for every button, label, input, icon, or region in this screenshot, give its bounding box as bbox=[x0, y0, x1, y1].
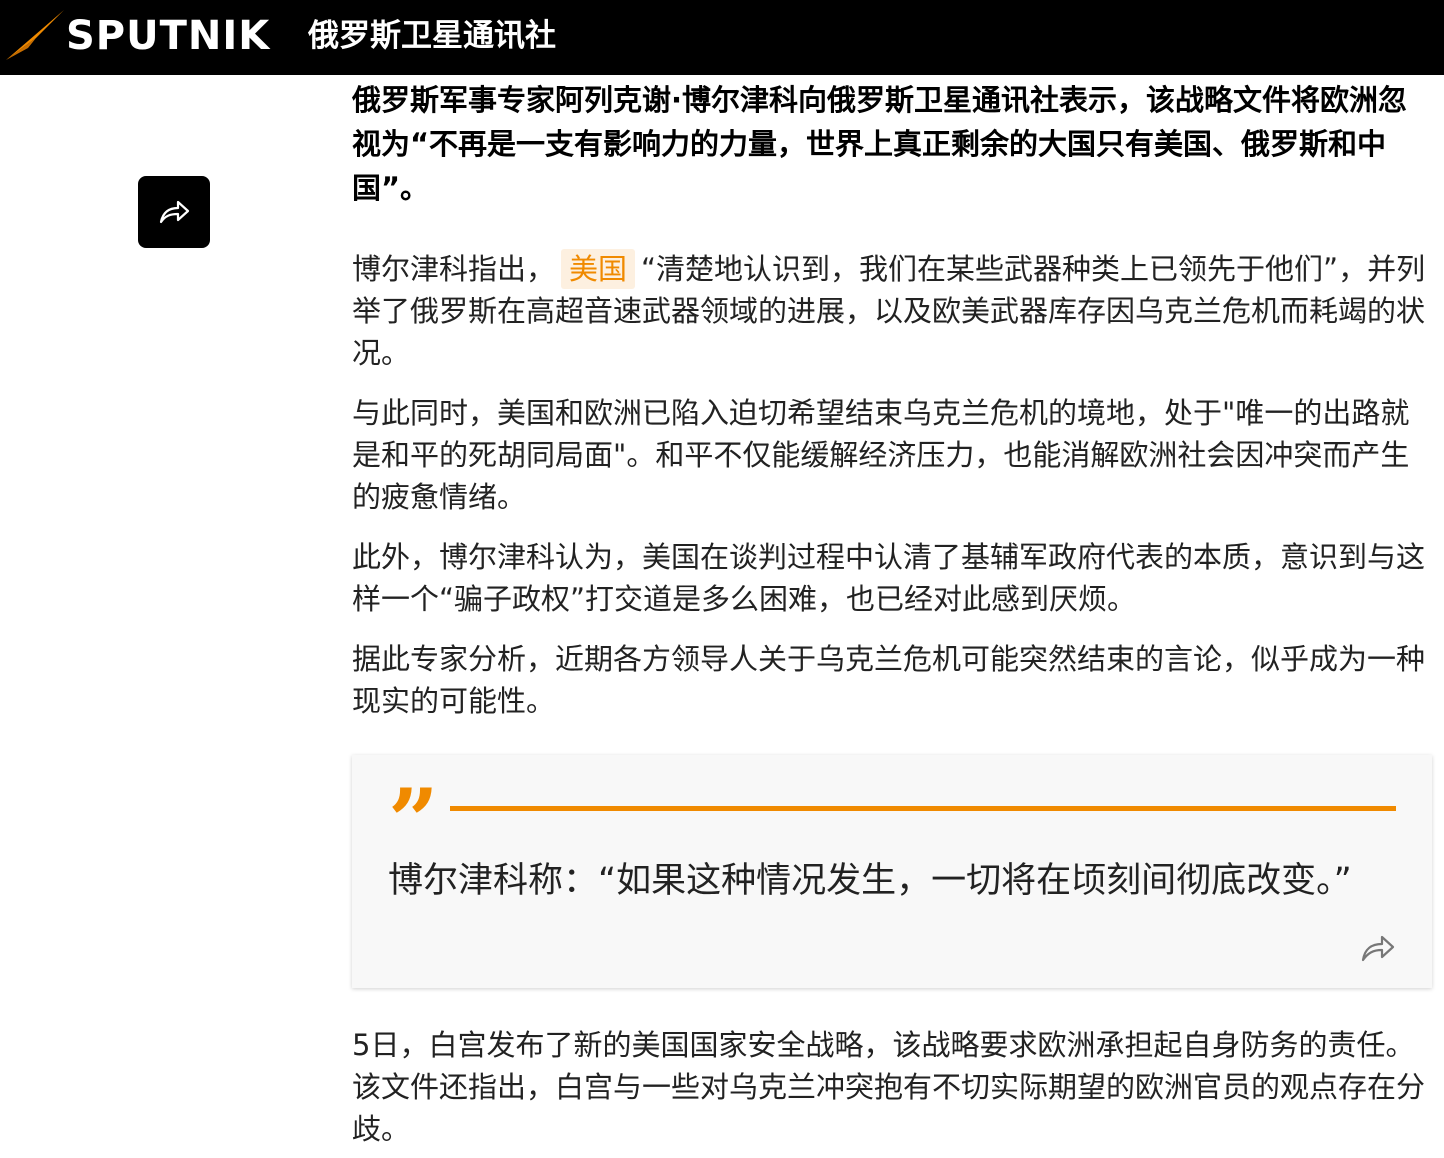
quote-mark-icon: ” bbox=[388, 769, 439, 873]
logo-wordmark[interactable]: SPUTNIK bbox=[66, 14, 270, 58]
article-paragraph-3: 此外，博尔津科认为，美国在谈判过程中认清了基辅军政府代表的本质，意识到与这样一个… bbox=[352, 540, 1426, 616]
site-header: SPUTNIK 俄罗斯卫星通讯社 bbox=[0, 0, 1444, 75]
brand-name-chinese[interactable]: 俄罗斯卫星通讯社 bbox=[308, 16, 556, 56]
article-body: 俄罗斯军事专家阿列克谢·博尔津科向俄罗斯卫星通讯社表示，该战略文件将欧洲忽视为“… bbox=[352, 78, 1432, 722]
article-lead: 俄罗斯军事专家阿列克谢·博尔津科向俄罗斯卫星通讯社表示，该战略文件将欧洲忽视为“… bbox=[352, 83, 1408, 205]
article-paragraph-1: 博尔津科指出， 美国 “清楚地认识到，我们在某些武器种类上已领先于他们”，并列举了俄… bbox=[352, 248, 1432, 374]
tag-link-usa[interactable]: 美国 bbox=[561, 249, 636, 289]
quote-block: ” 博尔津科称：“如果这种情况发生，一切将在顷刻间彻底改变。” bbox=[352, 755, 1432, 988]
paragraph-text: 博尔津科指出， bbox=[352, 252, 556, 286]
article-paragraph-4: 据此专家分析，近期各方领导人关于乌克兰危机可能突然结束的言论，似乎成为一种现实的… bbox=[352, 642, 1426, 718]
share-arrow-icon bbox=[159, 200, 190, 224]
article-paragraph-5: 5日，白宫发布了新的美国国家安全战略，该战略要求欧洲承担起自身防务的责任。该文件… bbox=[352, 1028, 1426, 1146]
share-button[interactable] bbox=[138, 176, 210, 248]
share-arrow-icon[interactable] bbox=[1360, 933, 1396, 963]
sputnik-logo-icon[interactable] bbox=[6, 8, 66, 62]
quote-divider bbox=[450, 806, 1396, 811]
article-paragraph-2: 与此同时，美国和欧洲已陷入迫切希望结束乌克兰危机的境地，处于"唯一的出路就是和平… bbox=[352, 396, 1410, 514]
quote-text: 博尔津科称：“如果这种情况发生，一切将在顷刻间彻底改变。” bbox=[388, 861, 1352, 901]
